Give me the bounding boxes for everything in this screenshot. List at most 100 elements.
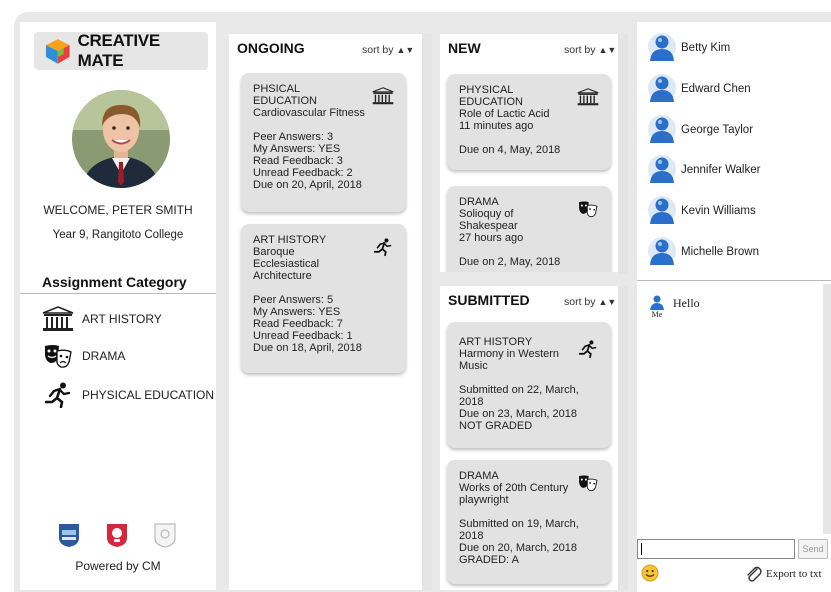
card-unread-feedback: Unread Feedback: 1 xyxy=(253,330,353,342)
category-label: DRAMA xyxy=(82,349,126,363)
new-heading: NEW xyxy=(448,40,481,56)
submitted-heading: SUBMITTED xyxy=(448,292,530,308)
category-heading: Assignment Category xyxy=(42,274,187,290)
contact-name: Betty Kim xyxy=(681,42,731,54)
card-due-date: Due on 23, March, 2018 xyxy=(459,408,578,420)
contact-name: Kevin Williams xyxy=(681,205,756,217)
contact-item[interactable]: Edward Chen xyxy=(647,73,751,105)
running-icon xyxy=(373,238,392,257)
user-avatar-icon xyxy=(648,33,676,61)
app-logo[interactable]: CREATIVE MATE xyxy=(34,31,208,70)
ongoing-heading: ONGOING xyxy=(237,40,305,56)
category-label: ART HISTORY xyxy=(82,312,162,326)
category-physical-education[interactable]: PHYSICAL EDUCATION xyxy=(42,382,214,408)
assignment-card[interactable]: DRAMA Works of 20th Century playwright S… xyxy=(447,460,611,584)
submitted-sort-button[interactable]: sort by ▲▼ xyxy=(564,296,616,308)
category-label: PHYSICAL EDUCATION xyxy=(82,388,215,402)
card-due-date: Due on 20, April, 2018 xyxy=(253,179,362,191)
school-crest-red-icon xyxy=(104,522,130,548)
contact-name: George Taylor xyxy=(681,124,754,136)
card-title: Music xyxy=(459,360,488,372)
category-art-history[interactable]: ART HISTORY xyxy=(42,306,162,332)
chat-message-input[interactable] xyxy=(637,539,795,559)
card-title: Architecture xyxy=(253,270,312,282)
contact-name: Jennifer Walker xyxy=(681,164,761,176)
contact-name: Michelle Brown xyxy=(681,246,759,258)
card-title: Ecclesiastical xyxy=(253,258,320,270)
running-icon xyxy=(44,382,71,408)
submitted-scrollbar[interactable] xyxy=(618,286,628,590)
sort-label: sort by xyxy=(362,44,394,56)
sort-arrows-icon: ▲▼ xyxy=(598,45,617,55)
assignment-card[interactable]: DRAMA Solioquy of Shakespear 27 hours ag… xyxy=(447,186,611,272)
school-text: Year 9, Rangitoto College xyxy=(52,229,184,241)
chat-scrollbar[interactable] xyxy=(823,284,831,534)
card-time-ago: 11 minutes ago xyxy=(459,120,534,132)
user-avatar-icon xyxy=(648,155,676,183)
card-due-date: Due on 18, April, 2018 xyxy=(253,342,362,354)
running-icon xyxy=(578,340,597,359)
user-avatar-icon xyxy=(648,237,676,265)
new-sort-button[interactable]: sort by ▲▼ xyxy=(564,44,616,56)
divider xyxy=(637,280,831,281)
powered-by-text: Powered by CM xyxy=(75,559,161,573)
sender-name: Me xyxy=(651,310,663,319)
footer-logos xyxy=(56,522,178,548)
school-crest-blue-icon xyxy=(56,522,82,548)
card-my-answers: My Answers: YES xyxy=(253,306,341,318)
new-scrollbar[interactable] xyxy=(618,34,628,274)
card-title: playwright xyxy=(459,494,509,506)
assignment-card[interactable]: ART HISTORY Baroque Ecclesiastical Archi… xyxy=(241,224,406,373)
card-submitted-date: Submitted on 19, March, xyxy=(459,518,579,530)
chat-message: Me Hello xyxy=(649,294,700,319)
card-read-feedback: Read Feedback: 3 xyxy=(253,155,343,167)
card-grade-status: NOT GRADED xyxy=(459,420,533,432)
ongoing-scrollbar[interactable] xyxy=(422,34,432,590)
profile-avatar[interactable] xyxy=(72,90,170,188)
card-time-ago: 27 hours ago xyxy=(459,232,524,244)
category-drama[interactable]: DRAMA xyxy=(42,343,125,369)
sort-arrows-icon: ▲▼ xyxy=(396,45,415,55)
contact-item[interactable]: Kevin Williams xyxy=(647,195,756,227)
cube-logo-icon xyxy=(45,39,70,64)
card-submitted-date: 2018 xyxy=(459,530,484,542)
museum-icon xyxy=(372,87,394,105)
card-my-answers: My Answers: YES xyxy=(253,143,341,155)
new-column: NEW sort by ▲▼ PHYSICAL EDUCATION Role o… xyxy=(440,34,618,272)
card-due-date: Due on 2, May, 2018 xyxy=(459,256,561,268)
paperclip-icon xyxy=(747,566,762,582)
card-unread-feedback: Unread Feedback: 2 xyxy=(253,167,353,179)
divider xyxy=(20,293,216,294)
contact-item[interactable]: Michelle Brown xyxy=(647,236,759,268)
ongoing-column: ONGOING sort by ▲▼ PHSICAL EDUCATION Car… xyxy=(229,34,422,590)
export-label: Export to txt xyxy=(766,568,822,580)
assignment-card[interactable]: ART HISTORY Harmony in Western Music Sub… xyxy=(447,322,611,448)
send-button[interactable]: Send xyxy=(798,539,828,559)
emoji-icon[interactable] xyxy=(641,564,659,582)
card-read-feedback: Read Feedback: 7 xyxy=(253,318,343,330)
contact-item[interactable]: George Taylor xyxy=(647,114,753,146)
sidebar: CREATIVE MATE WELCOME, PETER SMITH Year … xyxy=(20,22,216,590)
ongoing-sort-button[interactable]: sort by ▲▼ xyxy=(362,44,414,56)
card-peer-answers: Peer Answers: 3 xyxy=(253,131,334,143)
card-due-date: Due on 20, March, 2018 xyxy=(459,542,578,554)
card-submitted-date: 2018 xyxy=(459,396,484,408)
submitted-column: SUBMITTED sort by ▲▼ ART HISTORY Harmony… xyxy=(440,286,618,590)
card-submitted-date: Submitted on 22, March, xyxy=(459,384,579,396)
card-title: Cardiovascular Fitness xyxy=(253,107,365,119)
theater-masks-icon xyxy=(579,201,598,218)
app-title: CREATIVE MATE xyxy=(77,31,161,70)
museum-icon xyxy=(42,306,74,331)
user-avatar-icon xyxy=(648,74,676,102)
contact-item[interactable]: Betty Kim xyxy=(647,32,730,64)
assignment-card[interactable]: PHYSICAL EDUCATION Role of Lactic Acid 1… xyxy=(447,74,611,170)
card-peer-answers: Peer Answers: 5 xyxy=(253,294,334,306)
assignment-card[interactable]: PHSICAL EDUCATION Cardiovascular Fitness… xyxy=(241,73,406,212)
contact-item[interactable]: Jennifer Walker xyxy=(647,154,760,186)
contact-name: Edward Chen xyxy=(681,83,751,95)
theater-masks-icon xyxy=(579,475,598,492)
card-grade-status: GRADED: A xyxy=(459,554,519,566)
welcome-text: WELCOME, PETER SMITH xyxy=(43,203,193,217)
card-title: Role of Lactic Acid xyxy=(459,108,550,120)
export-button[interactable]: Export to txt xyxy=(745,565,822,583)
